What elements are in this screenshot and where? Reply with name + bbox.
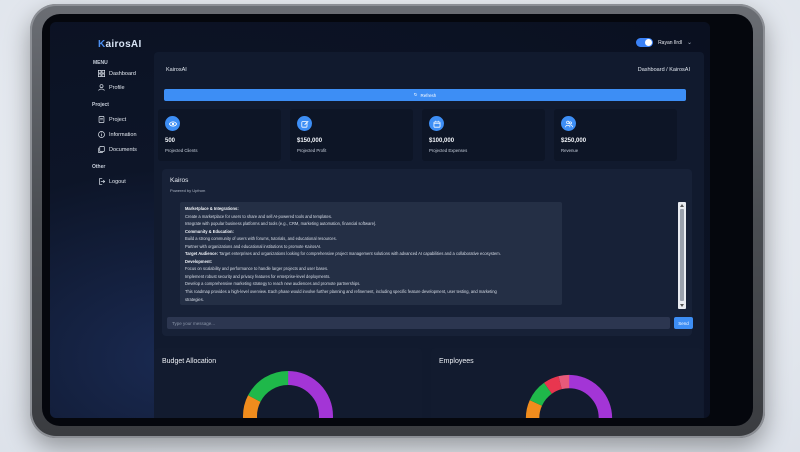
- card-title: Employees: [439, 358, 474, 365]
- sidebar-item-dashboard[interactable]: Dashboard: [98, 70, 136, 77]
- card-title: Budget Allocation: [162, 358, 217, 365]
- user-icon: [98, 84, 105, 91]
- sidebar-item-information[interactable]: Information: [98, 131, 137, 138]
- breadcrumb[interactable]: Dashboard / KairosAI: [638, 67, 690, 73]
- message-line: Partner with organizations and education…: [185, 243, 322, 249]
- stat-label: Projected Expenses: [429, 148, 468, 153]
- sidebar-item-label: Documents: [109, 146, 137, 153]
- files-icon: [98, 146, 105, 153]
- stat-value: $250,000: [561, 138, 587, 144]
- stat-label: Revenue: [561, 148, 579, 153]
- project-heading: Project: [92, 102, 109, 108]
- edit-icon: [297, 116, 312, 131]
- message-line: Focus on scalability and performance to …: [185, 266, 329, 272]
- sidebar-item-label: Project: [109, 116, 127, 123]
- chat-title: Kairos: [170, 177, 189, 184]
- message-line: Implement robust security and privacy fe…: [185, 273, 331, 279]
- stat-card-revenue: $250,000 Revenue: [554, 109, 677, 161]
- sidebar-item-documents[interactable]: Documents: [98, 146, 137, 153]
- logo-text: airosAI: [105, 39, 142, 50]
- employees-donut-chart: [525, 374, 613, 418]
- chat-message: Marketplace & Integrations: Create a mar…: [180, 202, 562, 305]
- sidebar-item-label: Information: [109, 131, 137, 138]
- stat-label: Projected Profit: [297, 148, 327, 153]
- chat-message-input[interactable]: [167, 317, 670, 329]
- theme-toggle[interactable]: [636, 38, 654, 47]
- info-icon: [98, 131, 105, 138]
- logout-icon: [98, 178, 105, 185]
- send-button[interactable]: Send: [674, 317, 693, 329]
- refresh-icon: ↻: [413, 92, 418, 97]
- sidebar-item-label: Profile: [109, 84, 125, 91]
- stat-value: $100,000: [429, 138, 455, 144]
- chevron-down-icon[interactable]: ⌄: [687, 39, 692, 46]
- sidebar: KairosAI MENU Dashboard Profile Project …: [50, 22, 142, 418]
- people-icon: [561, 116, 576, 131]
- message-line: Build a strong community of users with f…: [185, 236, 337, 242]
- stat-card-clients: 500 Projected Clients: [158, 109, 281, 161]
- user-menu[interactable]: Rayan Ilrdl ⌄: [636, 38, 692, 47]
- employees-card: Employees: [431, 348, 703, 418]
- username: Rayan Ilrdl: [658, 39, 682, 46]
- app-logo[interactable]: KairosAI: [98, 39, 142, 50]
- stat-label: Projected Clients: [165, 148, 198, 153]
- refresh-label: Refresh: [420, 92, 437, 98]
- message-line: Target Audience: Target enterprises and …: [185, 251, 501, 257]
- document-icon: [98, 116, 105, 123]
- stat-value: 500: [165, 138, 176, 144]
- stat-value: $150,000: [297, 138, 323, 144]
- sidebar-item-label: Logout: [109, 178, 126, 185]
- logo-mark: K: [98, 39, 106, 50]
- sidebar-item-logout[interactable]: Logout: [98, 178, 126, 185]
- app-screen: KairosAI MENU Dashboard Profile Project …: [50, 22, 710, 418]
- message-line: Development:: [185, 258, 213, 264]
- budget-allocation-card: Budget Allocation: [154, 348, 422, 418]
- message-line: This roadmap provides a high-level overv…: [185, 289, 497, 295]
- sidebar-item-project[interactable]: Project: [98, 116, 126, 123]
- message-line: Integrate with popular business platform…: [185, 221, 377, 227]
- sidebar-item-profile[interactable]: Profile: [98, 84, 125, 91]
- message-line: Create a marketplace for users to share …: [185, 213, 332, 219]
- eye-icon: [165, 116, 180, 131]
- scroll-down-arrow[interactable]: [680, 304, 684, 307]
- grid-icon: [98, 70, 105, 77]
- box-icon: [429, 116, 444, 131]
- other-heading: Other: [92, 164, 106, 170]
- message-line: Community & Education:: [185, 228, 234, 234]
- refresh-button[interactable]: ↻ Refresh: [164, 89, 686, 101]
- page-title: KairosAI: [166, 67, 187, 73]
- message-line: Marketplace & Integrations:: [185, 206, 239, 211]
- scroll-thumb[interactable]: [680, 209, 684, 301]
- message-line: strategies.: [185, 296, 204, 302]
- chat-subtitle: Powered by Upfrom: [170, 188, 206, 193]
- message-line: Develop a comprehensive marketing strate…: [185, 281, 361, 287]
- chat-panel: Kairos Powered by Upfrom Marketplace & I…: [162, 169, 693, 336]
- sidebar-item-label: Dashboard: [109, 70, 136, 77]
- scroll-up-arrow[interactable]: [680, 204, 684, 207]
- budget-donut-chart: [243, 371, 333, 418]
- stat-card-expenses: $100,000 Projected Expenses: [422, 109, 545, 161]
- chat-scrollbar[interactable]: [678, 202, 686, 309]
- menu-heading: MENU: [93, 60, 108, 66]
- stat-card-profit: $150,000 Projected Profit: [290, 109, 413, 161]
